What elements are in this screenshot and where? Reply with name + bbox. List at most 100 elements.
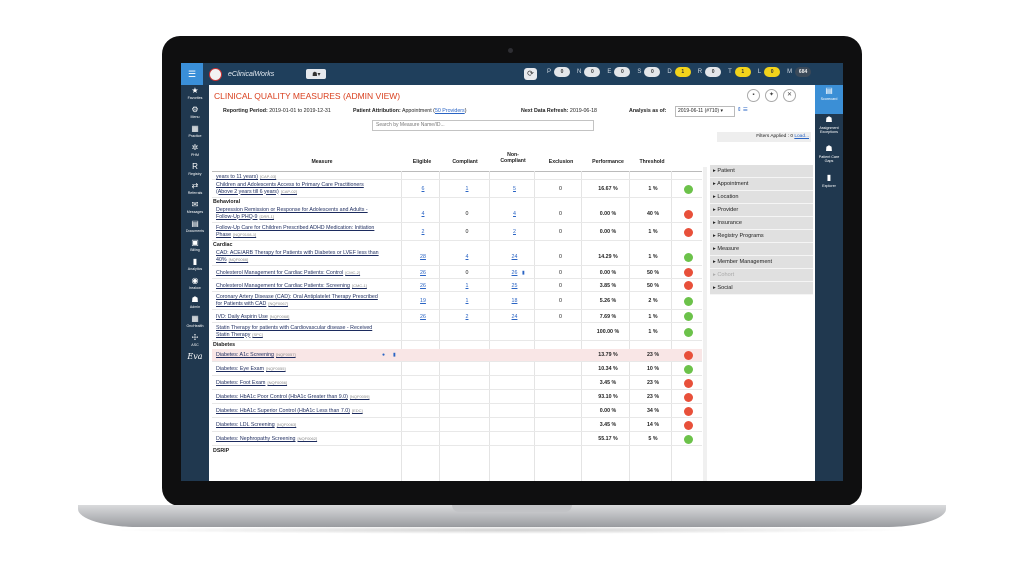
cell-noncompliant[interactable]: 25 <box>492 283 537 289</box>
table-row[interactable]: Statin Therapy for patients with Cardiov… <box>212 324 702 341</box>
cell-eligible[interactable]: 26 <box>404 314 442 320</box>
cell-eligible[interactable]: 28 <box>404 254 442 260</box>
info-icon[interactable]: ● <box>382 352 385 358</box>
col-compliant[interactable]: Compliant <box>445 159 485 165</box>
nav-item-messages[interactable]: ✉ Messages <box>181 199 209 218</box>
filter-member-management[interactable]: ▸ Member Management <box>710 256 813 269</box>
analysis-as-of-select[interactable]: 2019-06-11 (#710) ▾ <box>675 106 735 117</box>
measure-name-link[interactable]: Diabetes: LDL Screening [NQF0063] <box>216 422 400 429</box>
cell-noncompliant[interactable]: 24 <box>492 314 537 320</box>
table-row[interactable]: CAD: ACE/ARB Therapy for Patients with D… <box>212 249 702 266</box>
cell-noncompliant[interactable]: 2 <box>492 229 537 235</box>
cell-compliant[interactable]: 2 <box>442 314 492 320</box>
col-measure[interactable]: Measure <box>292 159 352 165</box>
measure-name-link[interactable]: Diabetes: Nephropathy Screening [NQF0062] <box>216 436 400 443</box>
badge-d[interactable]: D1 <box>667 67 691 77</box>
measure-name-link[interactable]: IVD: Daily Aspirin Use [NQF0068] <box>216 314 400 321</box>
measure-name-link[interactable]: Diabetes: A1c Screening [NQF0057] <box>216 352 400 359</box>
bar-chart-icon[interactable]: ▮ <box>522 270 525 276</box>
table-row[interactable]: Diabetes: HbA1c Poor Control (HbA1c Grea… <box>212 391 702 404</box>
cell-noncompliant[interactable]: 18 <box>492 298 537 304</box>
cell-compliant[interactable]: 1 <box>442 186 492 192</box>
cell-compliant[interactable]: 1 <box>442 298 492 304</box>
measure-name-link[interactable]: Coronary Artery Disease (CAD): Oral Anti… <box>216 294 400 307</box>
col-threshold[interactable]: Threshold <box>632 159 672 165</box>
nav-item-admin[interactable]: ☗ Admin <box>181 294 209 313</box>
col-eligible[interactable]: Eligible <box>407 159 437 165</box>
table-row[interactable]: IVD: Daily Aspirin Use [NQF0068] 26 2 24 0 7.6… <box>212 311 702 323</box>
table-scrollbar[interactable] <box>703 167 707 481</box>
cell-compliant[interactable]: 1 <box>442 283 492 289</box>
hamburger-menu-button[interactable]: ☰ <box>181 63 203 85</box>
providers-link[interactable]: 50 Providers <box>435 108 465 114</box>
table-row[interactable]: Cholesterol Management for Cardiac Patie… <box>212 280 702 292</box>
nav-item-registry[interactable]: R Registry <box>181 161 209 180</box>
nav-item-practice[interactable]: ▦ Practice <box>181 123 209 142</box>
nav-item-billing[interactable]: ▣ Billing <box>181 237 209 256</box>
table-row[interactable]: Coronary Artery Disease (CAD): Oral Anti… <box>212 293 702 310</box>
nav-item-analytics[interactable]: ▮ Analytics <box>181 256 209 275</box>
right-panel-scorecard[interactable]: ▤ Scorecard <box>815 85 843 114</box>
badge-l[interactable]: L0 <box>758 67 781 77</box>
nav-item-eva[interactable]: Eva <box>181 351 209 370</box>
table-row[interactable]: Children and Adolescents Access to Prima… <box>212 181 702 198</box>
col-exclusion[interactable]: Exclusion <box>540 159 582 165</box>
badge-n[interactable]: N0 <box>577 67 601 77</box>
col-performance[interactable]: Performance <box>584 159 632 165</box>
user-switch-button[interactable]: ☗▾ <box>306 69 327 79</box>
col-noncompliant[interactable]: Non- Compliant <box>492 152 534 164</box>
measure-name-link[interactable]: Diabetes: HbA1c Superior Control (HbA1c … <box>216 408 400 415</box>
measure-name-link[interactable]: Depression Remission or Response for Ado… <box>216 207 400 220</box>
cell-eligible[interactable]: 6 <box>404 186 442 192</box>
filter-insurance[interactable]: ▸ Insurance <box>710 217 813 230</box>
measure-name-link[interactable]: Children and Adolescents Access to Prima… <box>216 182 400 195</box>
filter-location[interactable]: ▸ Location <box>710 191 813 204</box>
measure-name-link[interactable]: Statin Therapy for patients with Cardiov… <box>216 325 400 338</box>
filter-appointment[interactable]: ▸ Appointment <box>710 178 813 191</box>
load-link[interactable]: Load... <box>794 134 809 139</box>
measure-name-link[interactable]: Follow-Up Care for Children Prescribed A… <box>216 225 400 238</box>
nav-item-documents[interactable]: ▤ Documents <box>181 218 209 237</box>
measure-name-link[interactable]: years to 11 years) [CAP-03] <box>216 174 400 181</box>
badge-s[interactable]: S0 <box>637 67 661 77</box>
cell-noncompliant[interactable]: 26 <box>492 270 537 276</box>
cell-compliant[interactable]: 4 <box>442 254 492 260</box>
app-logo-icon[interactable] <box>209 67 222 81</box>
nav-item-phm[interactable]: ✲ PHM <box>181 142 209 161</box>
table-row[interactable]: Diabetes: HbA1c Superior Control (HbA1c … <box>212 405 702 418</box>
table-row[interactable]: Diabetes: Eye Exam [NQF0055] 10.34 % 10 % <box>212 363 702 376</box>
nav-item-favorites[interactable]: ★ Favorites <box>181 85 209 104</box>
measure-name-link[interactable]: Cholesterol Management for Cardiac Patie… <box>216 270 400 277</box>
cell-eligible[interactable]: 4 <box>404 211 442 217</box>
nav-item-healow[interactable]: ◉ healow <box>181 275 209 294</box>
print-icon[interactable]: ▪ <box>747 89 760 102</box>
nav-item-referrals[interactable]: ⇄ Referrals <box>181 180 209 199</box>
table-row[interactable]: Diabetes: Nephropathy Screening [NQF0062]… <box>212 433 702 446</box>
measure-name-link[interactable]: Diabetes: Eye Exam [NQF0055] <box>216 366 400 373</box>
refresh-button[interactable]: ⟳ <box>524 68 537 80</box>
badge-r[interactable]: R0 <box>698 67 722 77</box>
filter-registry-programs[interactable]: ▸ Registry Programs <box>710 230 813 243</box>
bar-chart-icon[interactable]: ▮ <box>393 352 396 358</box>
right-panel-explorer[interactable]: ▮ Explorer <box>815 172 843 201</box>
table-row[interactable]: Diabetes: A1c Screening [NQF0057] 13.79 % 2… <box>212 349 702 362</box>
badge-e[interactable]: E0 <box>607 67 631 77</box>
nav-item-asc[interactable]: ☩ ASC <box>181 332 209 351</box>
measure-name-link[interactable]: Diabetes: Foot Exam [NQF0056] <box>216 380 400 387</box>
filter-social[interactable]: ▸ Social <box>710 282 813 295</box>
settings-icon[interactable]: ✕ <box>783 89 796 102</box>
filter-provider[interactable]: ▸ Provider <box>710 204 813 217</box>
badge-p[interactable]: P0 <box>547 67 571 77</box>
nav-item-menu[interactable]: ⚙ Menu <box>181 104 209 123</box>
cell-eligible[interactable]: 26 <box>404 270 442 276</box>
measure-name-link[interactable]: Diabetes: HbA1c Poor Control (HbA1c Grea… <box>216 394 400 401</box>
measure-search-input[interactable]: Search by Measure Name/ID... <box>372 120 594 131</box>
lightbulb-icon[interactable]: ✦ <box>765 89 778 102</box>
table-row[interactable]: Follow-Up Care for Children Prescribed A… <box>212 224 702 241</box>
filter-patient[interactable]: ▸ Patient <box>710 165 813 178</box>
right-panel-assignment-exceptions[interactable]: ☗ Assignment Exceptions <box>815 114 843 143</box>
measure-name-link[interactable]: Cholesterol Management for Cardiac Patie… <box>216 283 400 290</box>
right-panel-patient-care-gaps[interactable]: ☗ Patient Care Gaps <box>815 143 843 172</box>
list-view-icon[interactable]: ⇕ ☰ <box>737 107 748 113</box>
cell-noncompliant[interactable]: 24 <box>492 254 537 260</box>
